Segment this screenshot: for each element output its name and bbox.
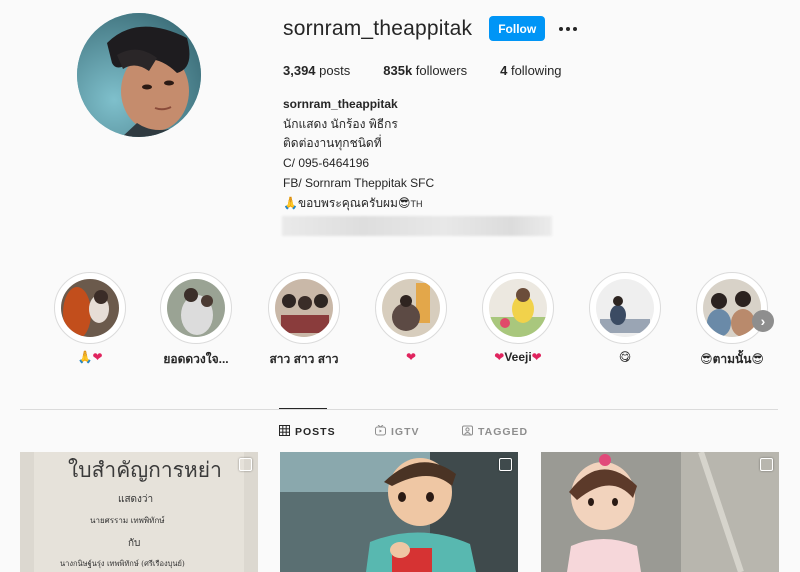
highlight-cover	[275, 279, 333, 337]
following-count: 4	[500, 63, 508, 78]
video-icon	[760, 458, 773, 471]
highlight-item[interactable]: 😋	[580, 272, 670, 364]
bio-name: sornram_theappitak	[283, 97, 398, 111]
highlight-label: 🙏❤	[77, 350, 103, 364]
highlight-cover	[703, 279, 761, 337]
bio-line: นักแสดง นักร้อง พิธีกร	[283, 116, 398, 131]
more-options-icon[interactable]	[555, 23, 581, 35]
post-doc-line: นายศรราม เทพพิทักษ์	[90, 516, 165, 525]
bio-line: FB/ Sornram Theppitak SFC	[283, 175, 435, 190]
highlight-label: ❤	[405, 350, 417, 364]
highlight-item[interactable]: สาว สาว สาว	[259, 272, 349, 369]
carousel-icon	[499, 458, 512, 471]
highlight-label: ยอดดวงใจ...	[163, 352, 229, 366]
highlight-label: สาว สาว สาว	[269, 352, 339, 366]
highlight-item[interactable]: ❤Veeji❤	[473, 272, 563, 364]
tab-posts[interactable]: POSTS	[279, 425, 336, 439]
tab-igtv[interactable]: IGTV	[375, 424, 420, 439]
follow-button[interactable]: Follow	[489, 16, 546, 41]
bio-tag: TH	[410, 198, 423, 209]
post-thumbnail[interactable]	[541, 452, 779, 572]
highlight-cover	[489, 279, 547, 337]
posts-stat: 3,394 posts	[283, 63, 350, 78]
followers-count: 835k	[383, 63, 413, 78]
grid-icon	[279, 425, 290, 439]
bio-line: ติดต่องานทุกชนิดที่	[283, 136, 382, 151]
highlight-cover	[382, 279, 440, 337]
highlight-label: 😋	[618, 350, 632, 364]
post-thumbnail[interactable]	[280, 452, 518, 572]
highlight-cover	[61, 279, 119, 337]
post-doc-line: แสดงว่า	[118, 494, 154, 505]
tab-tagged[interactable]: TAGGED	[462, 425, 528, 439]
post-thumbnail[interactable]: ใบสำคัญการหย่า แสดงว่า นายศรราม เทพพิทัก…	[20, 452, 258, 572]
chevron-right-icon[interactable]: ›	[752, 310, 774, 332]
tab-divider	[20, 409, 778, 410]
tagged-icon	[462, 425, 473, 439]
blurred-link[interactable]	[282, 216, 552, 236]
profile-username: sornram_theappitak	[283, 16, 473, 40]
following-label: following	[510, 63, 562, 78]
tab-label: POSTS	[295, 426, 336, 438]
profile-stats: 3,394 posts 835k followers 4 following	[283, 63, 595, 78]
following-stat[interactable]: 4 following	[500, 63, 561, 78]
posts-count: 3,394	[283, 63, 316, 78]
followers-label: followers	[415, 63, 468, 78]
highlight-item[interactable]: ยอดดวงใจ...	[151, 272, 241, 369]
bio-line: C/ 095-6464196	[283, 156, 370, 171]
followers-stat[interactable]: 835k followers	[383, 63, 467, 78]
posts-label: posts	[319, 63, 351, 78]
tab-label: IGTV	[391, 426, 420, 438]
highlight-label: ❤Veeji❤	[494, 350, 542, 364]
highlight-item[interactable]: ❤	[366, 272, 456, 364]
highlight-item[interactable]: 🙏❤	[45, 272, 135, 364]
username-row: sornram_theappitak Follow	[283, 16, 581, 41]
bio-line-with-tag: 🙏ขอบพระคุณครับผม😎TH	[283, 195, 423, 210]
profile-bio: sornram_theappitak นักแสดง นักร้อง พิธีก…	[283, 95, 434, 214]
tab-label: TAGGED	[478, 426, 529, 438]
profile-avatar[interactable]	[77, 13, 201, 137]
carousel-icon	[239, 458, 252, 471]
story-highlights: 🙏❤ ยอดดวงใจ... สาว สาว สาว ❤ ❤Veeji❤ 😋 😎…	[0, 272, 800, 372]
post-doc-title: ใบสำคัญการหย่า	[68, 458, 222, 482]
post-doc-line: กับ	[128, 538, 141, 549]
igtv-icon	[375, 424, 386, 439]
active-tab-indicator	[279, 408, 327, 409]
post-doc-line: นางกนิษฐ์นรุ่ง เทพพิทักษ์ (ศรีเรืองบุนย์…	[60, 559, 185, 568]
highlight-cover	[596, 279, 654, 337]
highlight-label: 😎ตามนั้น😎	[700, 352, 764, 366]
highlight-cover	[167, 279, 225, 337]
